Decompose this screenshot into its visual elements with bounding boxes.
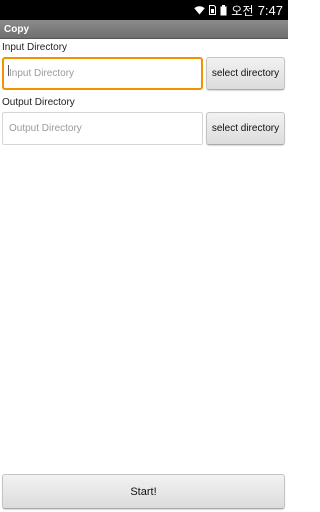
select-output-directory-button[interactable]: select directory [206, 112, 285, 145]
wifi-icon [194, 5, 205, 15]
status-time: 7:47 [257, 2, 283, 18]
app-title: Copy [4, 23, 29, 35]
select-input-directory-button[interactable]: select directory [206, 57, 285, 90]
app-title-bar: Copy [0, 20, 288, 39]
time-prefix: 오전 [231, 3, 254, 18]
sim-icon [209, 5, 217, 15]
text-cursor [8, 65, 9, 76]
output-directory-field[interactable] [2, 112, 203, 145]
input-directory-label: Input Directory [2, 42, 68, 53]
output-directory-label: Output Directory [2, 97, 75, 108]
app-screen: 오전 7:47 Copy Input Directory select dire… [0, 0, 288, 512]
status-bar: 오전 7:47 [0, 0, 288, 20]
input-directory-field[interactable] [2, 57, 203, 90]
battery-icon [220, 4, 227, 16]
start-button[interactable]: Start! [2, 474, 285, 509]
